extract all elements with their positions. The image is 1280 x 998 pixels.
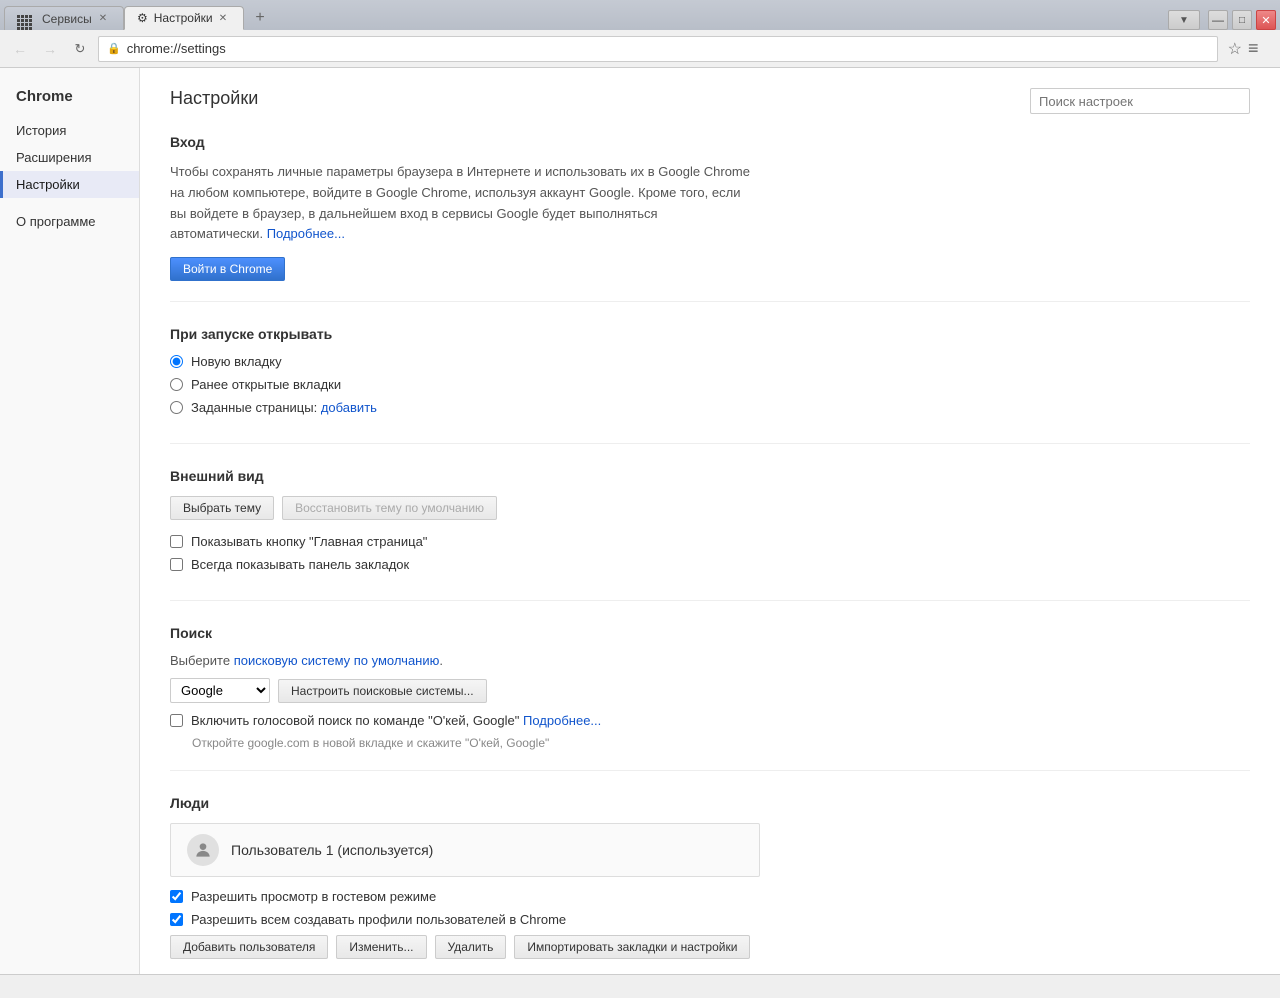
login-section: Вход Чтобы сохранять личные параметры бр…	[170, 134, 1250, 302]
search-description: Выберите поисковую систему по умолчанию.	[170, 653, 1250, 668]
settings-tab-label: Настройки	[154, 11, 213, 25]
voice-search-option: Включить голосовой поиск по команде "О'к…	[170, 713, 1250, 728]
people-buttons: Добавить пользователя Изменить... Удалит…	[170, 935, 1250, 959]
bookmark-button[interactable]: ☆	[1228, 39, 1242, 59]
settings-tab-icon: ⚙	[137, 11, 148, 25]
sidebar: Chrome История Расширения Настройки О пр…	[0, 68, 140, 974]
close-button[interactable]: ✕	[1256, 10, 1276, 30]
user-name: Пользователь 1 (используется)	[231, 842, 433, 858]
voice-search-checkbox[interactable]	[170, 714, 183, 727]
forward-button[interactable]: →	[38, 37, 62, 61]
guest-mode-checkbox[interactable]	[170, 890, 183, 903]
bookmarks-bar-checkbox[interactable]	[170, 558, 183, 571]
services-tab-close[interactable]: ✕	[95, 11, 111, 27]
user-box: Пользователь 1 (используется)	[170, 823, 760, 877]
settings-header: Настройки	[170, 88, 1250, 114]
address-bar[interactable]: 🔒 chrome://settings	[98, 36, 1218, 62]
page-title: Настройки	[170, 88, 258, 109]
nav-bar: ← → ↻ 🔒 chrome://settings ☆ ≡	[0, 30, 1280, 68]
home-btn-option: Показывать кнопку "Главная страница"	[170, 534, 1250, 549]
bookmarks-bar-option: Всегда показывать панель закладок	[170, 557, 1250, 572]
tab-bar: Сервисы ✕ ⚙ Настройки ✕ + ▼ — □ ✕	[0, 0, 1280, 30]
people-section-title: Люди	[170, 795, 1250, 811]
reload-button[interactable]: ↻	[68, 37, 92, 61]
delete-user-button[interactable]: Удалить	[435, 935, 507, 959]
services-tab-icon	[17, 7, 36, 30]
search-section-title: Поиск	[170, 625, 1250, 641]
appearance-section: Внешний вид Выбрать тему Восстановить те…	[170, 468, 1250, 601]
search-engine-row: Google Настроить поисковые системы...	[170, 678, 1250, 703]
sidebar-item-settings[interactable]: Настройки	[0, 171, 139, 198]
create-profiles-checkbox[interactable]	[170, 913, 183, 926]
back-button[interactable]: ←	[8, 37, 32, 61]
restore-theme-button[interactable]: Восстановить тему по умолчанию	[282, 496, 497, 520]
tab-services[interactable]: Сервисы ✕	[4, 6, 124, 30]
login-more-link[interactable]: Подробнее...	[267, 226, 345, 241]
startup-section: При запуске открывать Новую вкладку Ране…	[170, 326, 1250, 444]
tab-strip-menu[interactable]: ▼	[1168, 10, 1200, 30]
content-area: Chrome История Расширения Настройки О пр…	[0, 68, 1280, 974]
startup-add-link[interactable]: добавить	[321, 400, 377, 415]
address-text: chrome://settings	[127, 41, 226, 56]
search-engine-dropdown[interactable]: Google	[170, 678, 270, 703]
search-section: Поиск Выберите поисковую систему по умол…	[170, 625, 1250, 771]
browser-frame: Сервисы ✕ ⚙ Настройки ✕ + ▼ — □ ✕ ← → ↻ …	[0, 0, 1280, 998]
tab-settings[interactable]: ⚙ Настройки ✕	[124, 6, 244, 30]
startup-new-tab-option: Новую вкладку	[170, 354, 1250, 369]
sidebar-item-history[interactable]: История	[0, 117, 139, 144]
configure-search-button[interactable]: Настроить поисковые системы...	[278, 679, 487, 703]
services-tab-label: Сервисы	[42, 12, 92, 26]
maximize-button[interactable]: □	[1232, 10, 1252, 30]
settings-content: Настройки Вход Чтобы сохранять личные па…	[140, 68, 1280, 974]
create-profiles-option: Разрешить всем создавать профили пользов…	[170, 912, 1250, 927]
startup-pages-option: Заданные страницы: добавить	[170, 400, 1250, 415]
guest-mode-option: Разрешить просмотр в гостевом режиме	[170, 889, 1250, 904]
window-controls: — □ ✕	[1208, 10, 1276, 30]
user-avatar	[187, 834, 219, 866]
search-settings-input[interactable]	[1030, 88, 1250, 114]
sidebar-title: Chrome	[0, 84, 139, 117]
new-tab-button[interactable]: +	[248, 6, 272, 30]
appearance-section-title: Внешний вид	[170, 468, 1250, 484]
sidebar-item-about[interactable]: О программе	[0, 208, 139, 235]
default-search-link[interactable]: поисковую систему по умолчанию	[234, 653, 440, 668]
voice-search-link[interactable]: Подробнее...	[523, 713, 601, 728]
home-btn-checkbox[interactable]	[170, 535, 183, 548]
startup-pages-radio[interactable]	[170, 401, 183, 414]
login-section-title: Вход	[170, 134, 1250, 150]
login-button[interactable]: Войти в Chrome	[170, 257, 285, 281]
voice-search-hint: Откройте google.com в новой вкладке и ск…	[192, 736, 1250, 750]
startup-prev-tabs-option: Ранее открытые вкладки	[170, 377, 1250, 392]
status-bar	[0, 974, 1280, 998]
choose-theme-button[interactable]: Выбрать тему	[170, 496, 274, 520]
startup-prev-tabs-radio[interactable]	[170, 378, 183, 391]
people-section: Люди Пользователь 1 (используется) Разре…	[170, 795, 1250, 974]
lock-icon: 🔒	[107, 42, 121, 55]
edit-user-button[interactable]: Изменить...	[336, 935, 426, 959]
startup-new-tab-radio[interactable]	[170, 355, 183, 368]
startup-section-title: При запуске открывать	[170, 326, 1250, 342]
settings-tab-close[interactable]: ✕	[215, 10, 231, 26]
import-button[interactable]: Импортировать закладки и настройки	[514, 935, 750, 959]
sidebar-item-extensions[interactable]: Расширения	[0, 144, 139, 171]
add-user-button[interactable]: Добавить пользователя	[170, 935, 328, 959]
login-description: Чтобы сохранять личные параметры браузер…	[170, 162, 750, 245]
settings-button[interactable]: ≡	[1248, 38, 1272, 59]
minimize-button[interactable]: —	[1208, 10, 1228, 30]
